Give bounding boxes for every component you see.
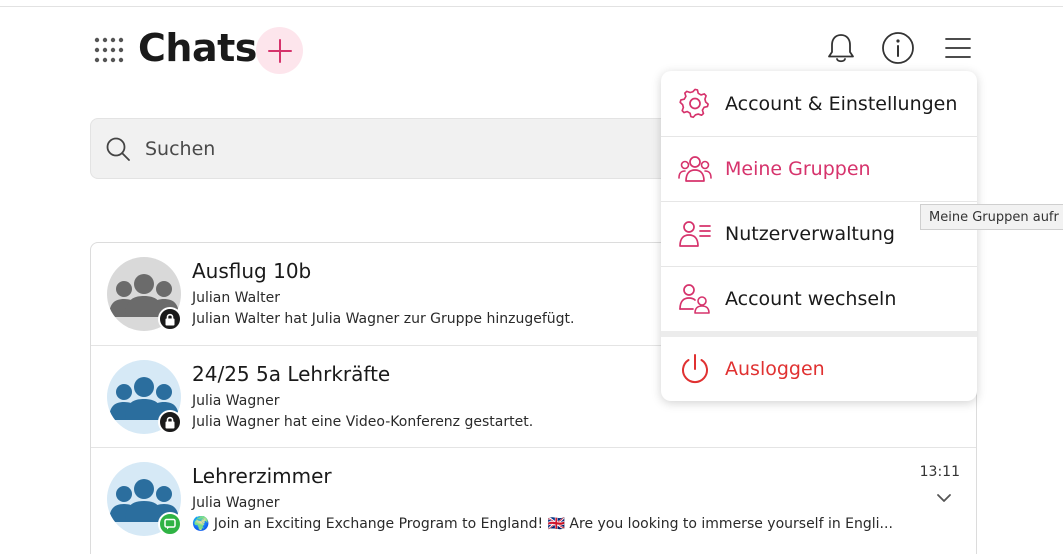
bell-icon — [828, 34, 854, 63]
chat-bubble-icon — [164, 518, 176, 530]
power-icon — [678, 352, 712, 386]
menu-item-label: Account wechseln — [725, 288, 897, 310]
menu-item-label: Ausloggen — [725, 358, 825, 380]
lock-icon — [165, 416, 175, 428]
chat-timestamp: 13:11 — [919, 464, 960, 480]
chat-sender: Julian Walter — [192, 290, 280, 306]
menu-item-label: Nutzerverwaltung — [725, 223, 895, 245]
account-menu: Account & Einstellungen Meine Gruppen Nu… — [661, 71, 977, 401]
lock-badge — [158, 307, 182, 331]
menu-item-account-settings[interactable]: Account & Einstellungen — [661, 72, 977, 136]
chat-last-message: Julia Wagner hat eine Video-Konferenz ge… — [192, 414, 534, 430]
group-icon — [678, 152, 712, 186]
plus-icon — [267, 38, 292, 63]
info-icon — [882, 32, 914, 64]
page-title: Chats — [138, 26, 257, 70]
search-icon — [106, 137, 130, 161]
user-list-icon — [678, 217, 712, 251]
info-button[interactable] — [880, 30, 916, 66]
chat-name: 24/25 5a Lehrkräfte — [192, 362, 391, 386]
tooltip: Meine Gruppen aufr — [920, 204, 1063, 230]
notifications-button[interactable] — [823, 30, 859, 66]
apps-grid-icon[interactable] — [94, 35, 124, 65]
lock-badge — [158, 410, 182, 434]
search-input[interactable]: Suchen — [90, 118, 690, 179]
chat-name: Lehrerzimmer — [192, 464, 332, 488]
hamburger-icon — [945, 38, 971, 58]
top-divider — [0, 6, 1063, 7]
menu-item-switch-account[interactable]: Account wechseln — [661, 267, 977, 331]
menu-item-label: Account & Einstellungen — [725, 93, 958, 115]
chat-row[interactable]: Lehrerzimmer Julia Wagner 🌍 Join an Exci… — [91, 447, 976, 549]
chat-sender: Julia Wagner — [192, 495, 280, 511]
chat-badge — [158, 512, 182, 536]
switch-account-icon — [678, 282, 712, 316]
chat-sender: Julia Wagner — [192, 393, 280, 409]
menu-item-my-groups[interactable]: Meine Gruppen — [661, 137, 977, 201]
menu-item-logout[interactable]: Ausloggen — [661, 337, 977, 401]
menu-button[interactable] — [940, 30, 976, 66]
menu-item-label: Meine Gruppen — [725, 158, 871, 180]
add-chat-button[interactable] — [256, 27, 303, 74]
chat-last-message: Julian Walter hat Julia Wagner zur Grupp… — [192, 311, 575, 327]
search-placeholder: Suchen — [145, 137, 216, 160]
gear-icon — [678, 87, 712, 121]
lock-icon — [165, 313, 175, 325]
chat-last-message: 🌍 Join an Exciting Exchange Program to E… — [192, 516, 893, 532]
chevron-down-icon[interactable] — [936, 492, 952, 504]
chat-name: Ausflug 10b — [192, 259, 312, 283]
